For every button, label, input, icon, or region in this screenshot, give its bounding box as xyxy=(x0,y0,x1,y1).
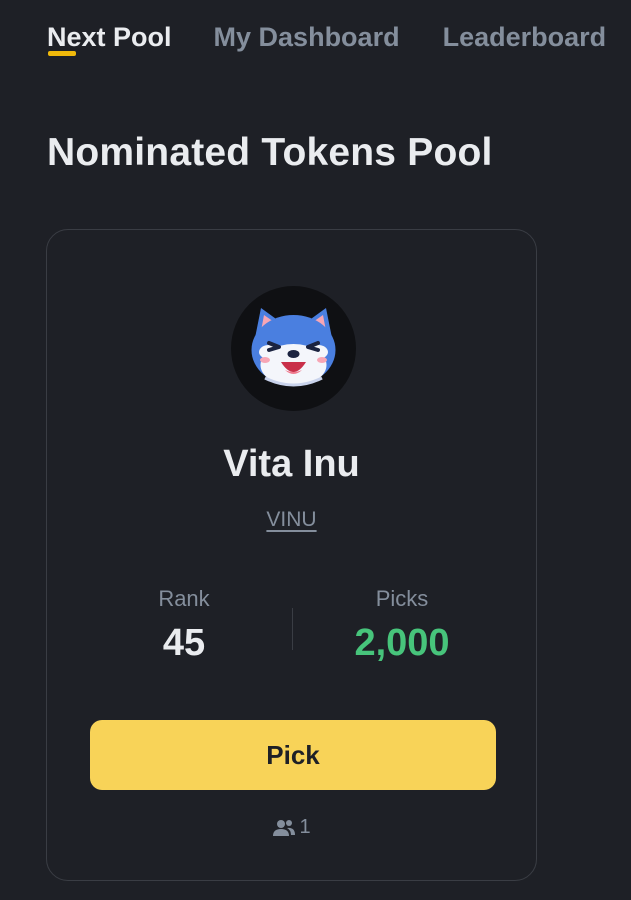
token-symbol-container: VINU xyxy=(47,508,536,532)
rank-stat: Rank 45 xyxy=(84,586,284,665)
rank-label: Rank xyxy=(158,586,210,611)
tab-my-dashboard[interactable]: My Dashboard xyxy=(214,22,400,53)
picks-value: 2,000 xyxy=(354,622,450,664)
stat-divider xyxy=(292,608,293,650)
active-tab-indicator xyxy=(48,51,76,56)
users-icon xyxy=(273,819,296,836)
participants-number: 1 xyxy=(299,816,311,838)
pick-button[interactable]: Pick xyxy=(90,720,496,790)
tab-leaderboard[interactable]: Leaderboard xyxy=(443,22,607,53)
rank-value: 45 xyxy=(162,622,206,664)
participants-count: 1 xyxy=(47,816,536,839)
token-symbol-link[interactable]: VINU xyxy=(266,508,316,531)
token-name: Vita Inu xyxy=(223,443,360,485)
page-title: Nominated Tokens Pool xyxy=(47,131,493,174)
tab-next-pool[interactable]: Next Pool xyxy=(47,22,172,53)
picks-stat: Picks 2,000 xyxy=(302,586,502,665)
picks-label: Picks xyxy=(375,586,429,611)
token-logo xyxy=(231,286,356,411)
shiba-inu-dog-icon xyxy=(251,308,336,387)
token-card: Vita Inu VINU Rank 45 Picks 2,000 Pick 1 xyxy=(46,229,537,881)
tab-bar: Next Pool My Dashboard Leaderboard xyxy=(47,22,606,53)
